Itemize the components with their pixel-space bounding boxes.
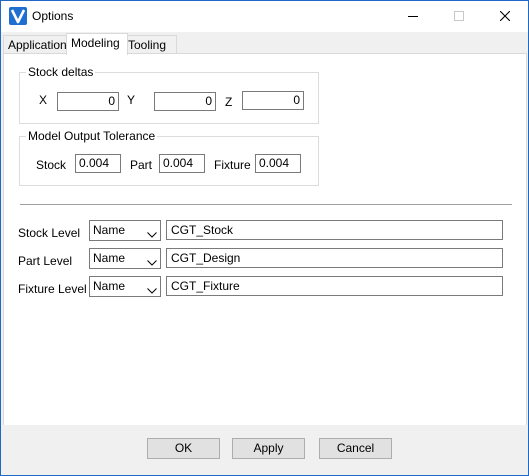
- stock-delta-z-input[interactable]: 0: [242, 91, 304, 110]
- tolerance-title: Model Output Tolerance: [26, 129, 158, 143]
- tolerance-part-label: Part: [130, 158, 153, 172]
- minimize-button[interactable]: [390, 1, 436, 32]
- title-bar[interactable]: Options: [1, 1, 528, 32]
- model-output-tolerance-group: Model Output Tolerance Stock 0.004 Part …: [19, 129, 319, 186]
- stock-level-input[interactable]: CGT_Stock: [166, 220, 503, 240]
- tolerance-part-input[interactable]: 0.004: [159, 154, 205, 173]
- close-button[interactable]: [482, 1, 528, 32]
- separator: [20, 204, 512, 205]
- x-label: X: [39, 93, 48, 107]
- fixture-level-input[interactable]: CGT_Fixture: [166, 276, 503, 296]
- part-level-label: Part Level: [18, 254, 73, 268]
- fixture-level-type-dropdown[interactable]: Name: [89, 276, 161, 297]
- dropdown-value: Name: [93, 279, 126, 293]
- ok-button[interactable]: OK: [147, 438, 220, 459]
- apply-button[interactable]: Apply: [232, 438, 305, 459]
- stock-delta-x-input[interactable]: 0: [57, 92, 119, 111]
- chevron-down-icon: [147, 227, 157, 241]
- tab-tooling[interactable]: Tooling: [123, 35, 177, 54]
- tab-modeling[interactable]: Modeling: [66, 33, 128, 55]
- stock-level-label: Stock Level: [18, 226, 81, 240]
- button-bar: OK Apply Cancel: [1, 425, 528, 475]
- stock-deltas-title: Stock deltas: [26, 65, 96, 79]
- minimize-icon: [408, 10, 418, 24]
- app-logo-icon: [9, 7, 27, 25]
- tab-label: Modeling: [71, 36, 120, 50]
- tab-label: Application: [8, 38, 67, 52]
- maximize-icon: [454, 10, 464, 24]
- window-title: Options: [32, 9, 74, 23]
- cancel-button[interactable]: Cancel: [319, 438, 392, 459]
- tolerance-stock-label: Stock: [36, 158, 67, 172]
- maximize-button: [436, 1, 482, 32]
- stock-level-type-dropdown[interactable]: Name: [89, 220, 161, 241]
- tab-strip: Application Modeling Tooling: [3, 33, 526, 55]
- stock-deltas-group: Stock deltas X 0 Y 0 Z 0: [19, 65, 319, 124]
- part-level-input[interactable]: CGT_Design: [166, 248, 503, 268]
- z-label: Z: [225, 95, 233, 109]
- options-dialog: Options Application Modeling Tooling Sto…: [0, 0, 529, 476]
- y-label: Y: [127, 93, 136, 107]
- tab-label: Tooling: [128, 38, 167, 52]
- dropdown-value: Name: [93, 223, 126, 237]
- part-level-type-dropdown[interactable]: Name: [89, 248, 161, 269]
- tolerance-fixture-label: Fixture: [214, 158, 251, 172]
- chevron-down-icon: [147, 255, 157, 269]
- tab-application[interactable]: Application: [3, 35, 69, 54]
- tolerance-fixture-input[interactable]: 0.004: [255, 154, 301, 173]
- dropdown-value: Name: [93, 251, 126, 265]
- stock-delta-y-input[interactable]: 0: [154, 92, 216, 111]
- chevron-down-icon: [147, 283, 157, 297]
- tolerance-stock-input[interactable]: 0.004: [75, 154, 121, 173]
- modeling-tab-page: Stock deltas X 0 Y 0 Z 0 Model Output To…: [3, 53, 527, 427]
- close-icon: [499, 10, 511, 24]
- fixture-level-label: Fixture Level: [18, 282, 87, 296]
